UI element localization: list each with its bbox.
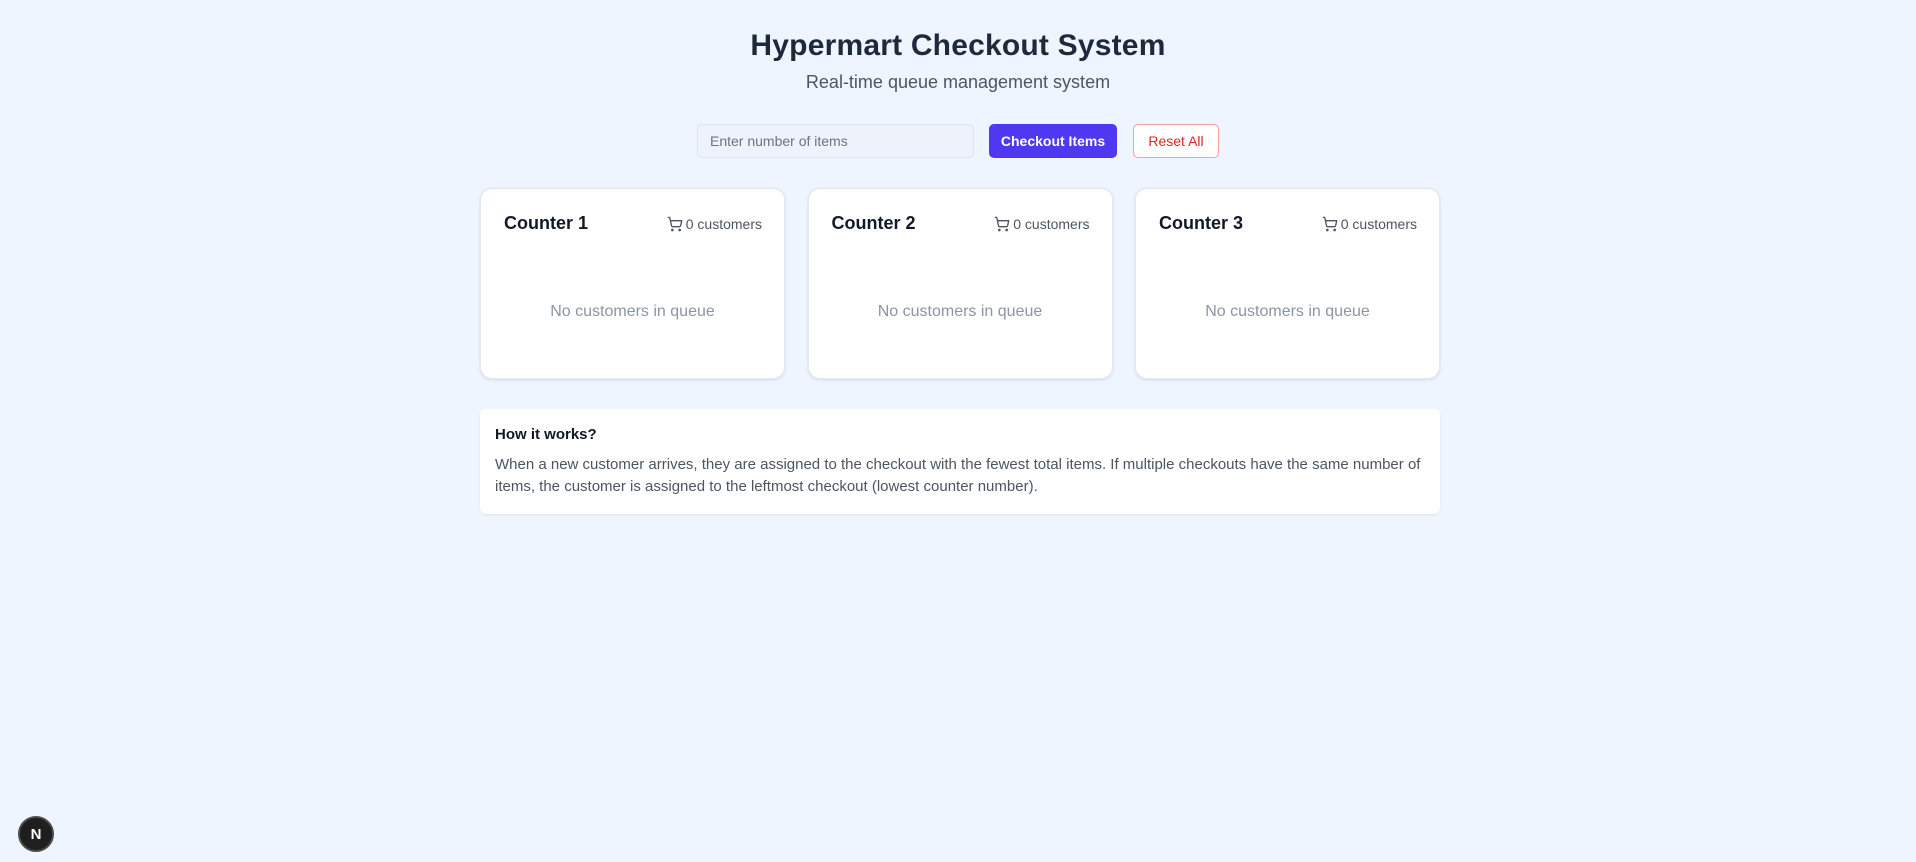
cart-icon bbox=[994, 216, 1010, 232]
items-count-input[interactable] bbox=[697, 124, 974, 158]
counter-header: Counter 2 0 customers bbox=[832, 213, 1090, 234]
counter-header: Counter 3 0 customers bbox=[1159, 213, 1417, 234]
counter-header: Counter 1 0 customers bbox=[504, 213, 762, 234]
counter-card-2: Counter 2 0 customers No customers in qu… bbox=[807, 188, 1113, 379]
how-it-works-panel: How it works? When a new customer arrive… bbox=[480, 409, 1440, 514]
customer-count-label: 0 customers bbox=[685, 215, 762, 232]
info-description: When a new customer arrives, they are as… bbox=[495, 456, 1421, 495]
empty-queue-message: No customers in queue bbox=[550, 303, 715, 320]
counter-name: Counter 1 bbox=[504, 213, 589, 233]
page-header: Hypermart Checkout System Real-time queu… bbox=[0, 26, 1916, 94]
counter-card-1: Counter 1 0 customers No customers in qu… bbox=[480, 188, 785, 379]
customer-count: 0 customers bbox=[994, 215, 1090, 232]
counter-name: Counter 2 bbox=[831, 213, 916, 233]
checkout-controls: Checkout Items Reset All bbox=[0, 124, 1916, 158]
cart-icon bbox=[1322, 216, 1338, 232]
info-title: How it works? bbox=[495, 426, 597, 443]
customer-count-label: 0 customers bbox=[1340, 215, 1417, 232]
customer-count: 0 customers bbox=[1322, 216, 1417, 232]
dev-badge-letter: N bbox=[30, 825, 42, 843]
checkout-items-button[interactable]: Checkout Items bbox=[989, 124, 1117, 158]
empty-queue-message: No customers in queue bbox=[1205, 303, 1370, 320]
counter-card-3: Counter 3 0 customers No customers in qu… bbox=[1135, 188, 1440, 379]
counter-name: Counter 3 bbox=[1159, 213, 1244, 233]
reset-all-button[interactable]: Reset All bbox=[1133, 124, 1219, 158]
page-title: Hypermart Checkout System bbox=[750, 29, 1166, 62]
cart-icon bbox=[667, 216, 683, 232]
nextjs-logo-icon[interactable]: N bbox=[18, 816, 54, 852]
empty-queue-message: No customers in queue bbox=[877, 303, 1043, 320]
customer-count-label: 0 customers bbox=[1013, 215, 1090, 232]
customer-count: 0 customers bbox=[667, 216, 762, 232]
counters-grid: Counter 1 0 customers No customers in qu… bbox=[480, 188, 1440, 379]
page-subtitle: Real-time queue management system bbox=[805, 72, 1111, 92]
